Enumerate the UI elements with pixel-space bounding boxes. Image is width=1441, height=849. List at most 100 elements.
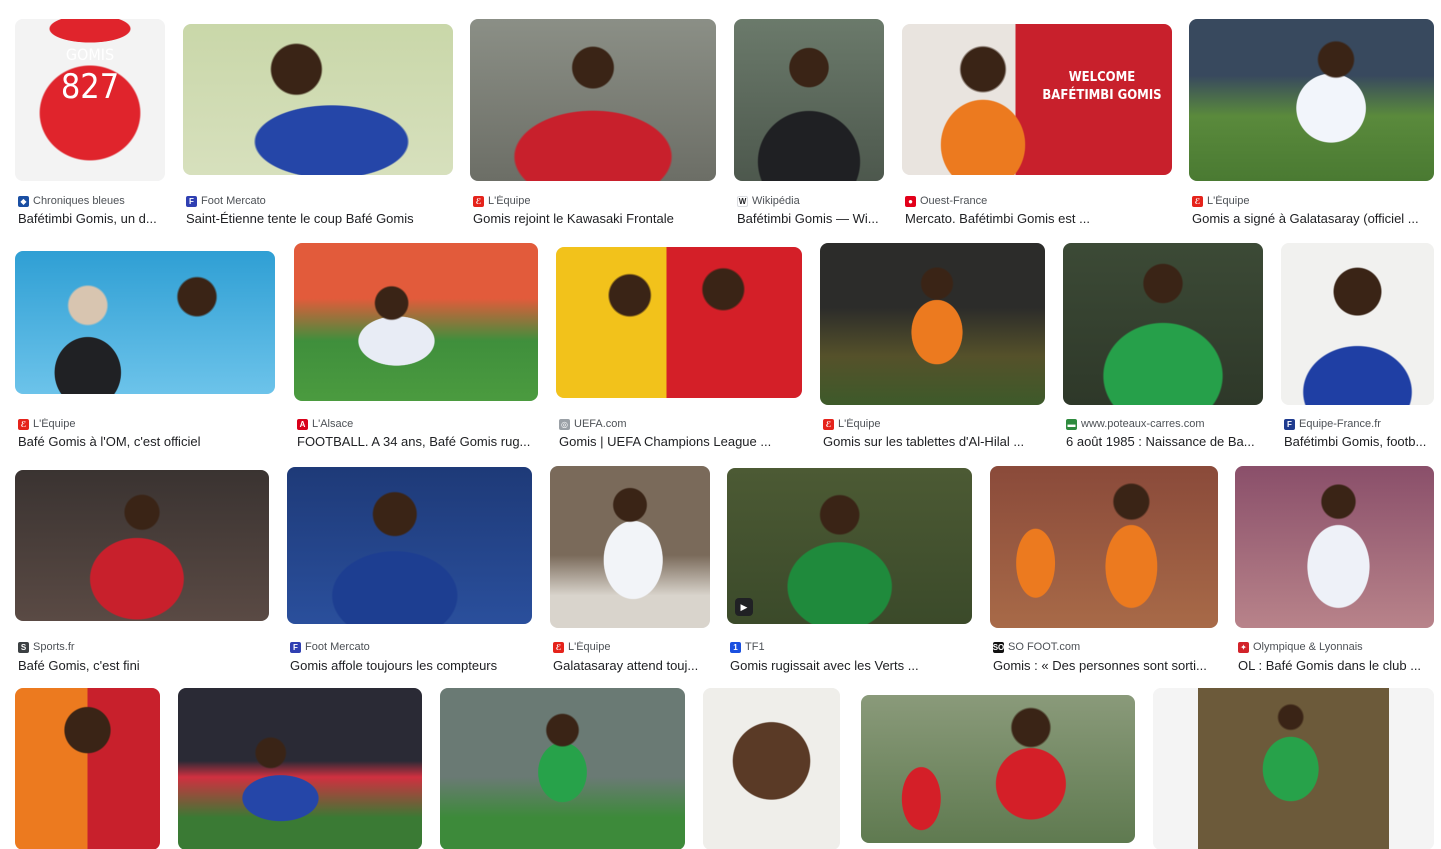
result-title[interactable]: Gomis affole toujours les compteurs [290, 658, 532, 673]
result-title[interactable]: 6 août 1985 : Naissance de Ba... [1066, 434, 1263, 449]
image-result-card[interactable]: ℰ L'Équipe Gomis sur les tablettes d'Al-Hi… [820, 243, 1045, 452]
image-result-card[interactable] [178, 688, 422, 849]
result-title[interactable]: Galatasaray attend touj... [553, 658, 710, 673]
result-source[interactable]: ▬ www.poteaux-carres.com [1066, 418, 1263, 430]
result-title[interactable]: FOOTBALL. A 34 ans, Bafé Gomis rug... [297, 434, 538, 449]
result-thumbnail[interactable] [1153, 688, 1434, 849]
result-source[interactable]: ✦ Olympique & Lyonnais [1238, 641, 1434, 653]
result-thumbnail[interactable] [470, 19, 716, 181]
result-thumbnail[interactable] [1235, 466, 1434, 628]
result-thumbnail[interactable] [15, 251, 275, 394]
result-title[interactable]: Gomis rugissait avec les Verts ... [730, 658, 972, 673]
image-result-card[interactable]: GOMIS 827 ◆ Chroniques bleues Bafétimbi Gomi… [15, 19, 165, 229]
image-result-card[interactable]: ▶ 1 TF1 Gomis rugissait avec les Verts ... [727, 468, 972, 676]
image-result-card[interactable] [861, 695, 1135, 849]
result-source[interactable]: ● Ouest-France [905, 195, 1172, 207]
result-source[interactable]: 1 TF1 [730, 641, 972, 653]
result-title[interactable]: Bafétimbi Gomis, footb... [1284, 434, 1434, 449]
result-title[interactable]: Bafé Gomis, c'est fini [18, 658, 269, 673]
result-thumbnail[interactable] [287, 467, 532, 624]
tf1-icon: 1 [730, 641, 741, 653]
result-thumbnail[interactable] [861, 695, 1135, 843]
image-result-card[interactable]: F Equipe-France.fr Bafétimbi Gomis, footb.… [1281, 243, 1434, 452]
ouestfrance-icon: ● [905, 195, 916, 207]
image-result-card[interactable] [440, 688, 685, 849]
image-result-card[interactable]: A L'Alsace FOOTBALL. A 34 ans, Bafé Gomis … [294, 243, 538, 452]
result-source[interactable]: ◆ Chroniques bleues [18, 195, 165, 207]
result-source[interactable]: F Foot Mercato [290, 641, 532, 653]
result-source-name: L'Équipe [33, 418, 76, 430]
result-source[interactable]: F Equipe-France.fr [1284, 418, 1434, 430]
result-thumbnail[interactable] [1189, 19, 1434, 181]
image-results-grid: GOMIS 827 ◆ Chroniques bleues Bafétimbi Gomi… [0, 0, 1441, 849]
image-result-card[interactable] [15, 688, 160, 849]
fm-icon: F [290, 641, 301, 653]
result-title[interactable]: Saint-Étienne tente le coup Bafé Gomis [186, 211, 453, 226]
result-source[interactable]: ◎ UEFA.com [559, 418, 802, 430]
image-result-card[interactable]: SO SO FOOT.com Gomis : « Des personnes son… [990, 466, 1218, 676]
image-result-card[interactable]: ℰ L'Équipe Gomis rejoint le Kawasaki Front… [470, 19, 716, 229]
image-result-card[interactable]: ℰ L'Équipe Galatasaray attend touj... [550, 466, 710, 676]
result-thumbnail[interactable] [550, 466, 710, 628]
result-title[interactable]: Gomis : « Des personnes sont sorti... [993, 658, 1218, 673]
result-thumbnail[interactable] [15, 688, 160, 849]
thumbnail-image [556, 247, 802, 398]
play-video-icon[interactable]: ▶ [735, 598, 753, 616]
result-thumbnail[interactable] [820, 243, 1045, 405]
result-title[interactable]: Bafétimbi Gomis, un d... [18, 211, 165, 226]
thumbnail-image [861, 695, 1135, 843]
image-result-card[interactable]: WELCOME BAFÉTIMBI GOMIS ● Ouest-France Merca… [902, 24, 1172, 229]
image-result-card[interactable]: ℰ L'Équipe Gomis a signé à Galatasaray (of… [1189, 19, 1434, 229]
welcome-name-text: BAFÉTIMBI GOMIS [1042, 88, 1162, 103]
result-source[interactable]: A L'Alsace [297, 418, 538, 430]
result-thumbnail[interactable] [1281, 243, 1434, 405]
result-source[interactable]: W Wikipédia [737, 195, 884, 207]
result-thumbnail[interactable] [703, 688, 840, 849]
result-title[interactable]: Gomis sur les tablettes d'Al-Hilal ... [823, 434, 1045, 449]
result-thumbnail[interactable]: ▶ [727, 468, 972, 624]
result-thumbnail[interactable] [556, 247, 802, 398]
result-title[interactable]: Gomis | UEFA Champions League ... [559, 434, 802, 449]
image-result-card[interactable]: ▬ www.poteaux-carres.com 6 août 1985 : Nai… [1063, 243, 1263, 452]
image-result-card[interactable]: ✦ Olympique & Lyonnais OL : Bafé Gomis dan… [1235, 466, 1434, 676]
result-thumbnail[interactable]: GOMIS 827 [15, 19, 165, 181]
result-source-name: TF1 [745, 641, 765, 653]
thumbnail-image [470, 19, 716, 181]
result-thumbnail[interactable] [183, 24, 453, 175]
result-thumbnail[interactable] [294, 243, 538, 401]
image-result-card[interactable] [703, 688, 840, 849]
result-thumbnail[interactable] [1063, 243, 1263, 405]
result-source[interactable]: ℰ L'Équipe [553, 641, 710, 653]
result-thumbnail[interactable] [178, 688, 422, 849]
result-thumbnail[interactable] [990, 466, 1218, 628]
image-result-card[interactable]: F Foot Mercato Saint-Étienne tente le coup… [183, 24, 453, 229]
poteaux-icon: ▬ [1066, 418, 1077, 430]
result-thumbnail[interactable] [734, 19, 884, 181]
result-source[interactable]: ℰ L'Équipe [473, 195, 716, 207]
thumbnail-image [1153, 688, 1434, 849]
result-source[interactable]: ℰ L'Équipe [18, 418, 275, 430]
result-title[interactable]: Gomis a signé à Galatasaray (officiel ..… [1192, 211, 1434, 226]
result-source[interactable]: ℰ L'Équipe [1192, 195, 1434, 207]
result-title[interactable]: Bafé Gomis à l'OM, c'est officiel [18, 434, 275, 449]
image-result-card[interactable] [1153, 688, 1434, 849]
result-title[interactable]: OL : Bafé Gomis dans le club ... [1238, 658, 1434, 673]
result-source-name: L'Équipe [488, 195, 531, 207]
result-title[interactable]: Mercato. Bafétimbi Gomis est ... [905, 211, 1172, 226]
image-result-card[interactable]: F Foot Mercato Gomis affole toujours les c… [287, 467, 532, 676]
thumbnail-image [15, 688, 160, 849]
result-source[interactable]: ℰ L'Équipe [823, 418, 1045, 430]
result-thumbnail[interactable] [440, 688, 685, 849]
result-source[interactable]: SO SO FOOT.com [993, 641, 1218, 653]
result-source[interactable]: S Sports.fr [18, 641, 269, 653]
image-result-card[interactable]: S Sports.fr Bafé Gomis, c'est fini [15, 470, 269, 676]
result-source[interactable]: F Foot Mercato [186, 195, 453, 207]
image-result-card[interactable]: W Wikipédia Bafétimbi Gomis — Wi... [734, 19, 884, 229]
result-title[interactable]: Gomis rejoint le Kawasaki Frontale [473, 211, 716, 226]
result-thumbnail[interactable] [15, 470, 269, 621]
image-result-card[interactable]: ℰ L'Équipe Bafé Gomis à l'OM, c'est offici… [15, 251, 275, 452]
image-result-card[interactable]: ◎ UEFA.com Gomis | UEFA Champions League .… [556, 247, 802, 452]
result-thumbnail[interactable]: WELCOME BAFÉTIMBI GOMIS [902, 24, 1172, 175]
lequipe-icon: ℰ [553, 641, 564, 653]
result-title[interactable]: Bafétimbi Gomis — Wi... [737, 211, 884, 226]
